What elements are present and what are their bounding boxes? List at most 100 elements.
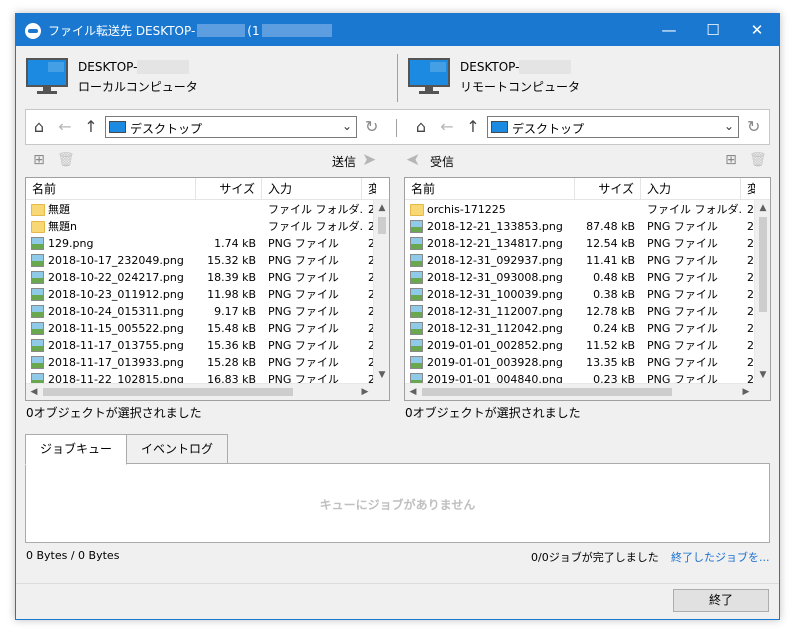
refresh-icon[interactable]: ↻ [365,117,378,137]
column-header-type[interactable]: 入力 [641,178,741,200]
file-size [575,201,635,218]
scroll-right-icon[interactable]: ▶ [357,384,373,400]
clear-finished-jobs-link[interactable]: 終了したジョブを... [671,549,770,565]
scroll-thumb[interactable] [422,388,672,396]
exit-button[interactable]: 終了 [673,589,769,612]
scroll-right-icon[interactable]: ▶ [738,384,754,400]
file-row[interactable]: 2018-12-31_112007.png 12.78 kB PNG ファイル 2 [405,303,755,320]
scroll-thumb[interactable] [43,388,293,396]
file-size: 13.35 kB [586,356,635,369]
remote-file-list[interactable]: 名前 サイズ 入力 変 orchis-171225ファイル フォルダ...220… [404,177,771,401]
empty-queue-message: キューにジョブがありません [319,498,476,512]
file-row[interactable]: 2018-12-21_134817.png 12.54 kB PNG ファイル 2 [405,235,755,252]
receive-arrow-icon[interactable]: ➤ [406,150,420,170]
column-header-name[interactable]: 名前 [405,178,575,200]
column-header-type[interactable]: 入力 [262,178,362,200]
minimize-button[interactable]: — [647,14,691,46]
column-header-size[interactable]: サイズ [196,178,262,200]
up-arrow-icon[interactable]: ↑ [463,117,483,137]
file-list-header: 名前 サイズ 入力 変 [405,178,770,200]
scroll-left-icon[interactable]: ◀ [26,384,42,400]
scroll-down-icon[interactable]: ▼ [755,367,770,383]
horizontal-scrollbar[interactable]: ◀ ▶ [26,383,373,400]
maximize-button[interactable]: ☐ [691,14,735,46]
file-name: 無題n [48,220,77,233]
file-row[interactable]: 2018-12-31_092937.png 11.41 kB PNG ファイル 2 [405,252,755,269]
file-row[interactable]: 2018-11-17_013755.png 15.36 kB PNG ファイル 2 [26,337,376,354]
remote-host-name: DESKTOP- [460,60,572,74]
column-header-modified[interactable]: 変 [362,178,376,200]
desktop-icon [109,121,126,133]
local-location-combobox[interactable]: デスクトップ ⌄ [105,116,357,138]
file-row[interactable]: 2018-11-15_005522.png 15.48 kB PNG ファイル 2 [26,320,376,337]
scroll-up-icon[interactable]: ▲ [755,200,770,216]
file-size: 9.17 kB [214,305,256,318]
file-name: 2018-12-21_134817.png [427,237,563,250]
file-size [196,218,256,235]
scroll-left-icon[interactable]: ◀ [405,384,421,400]
scroll-thumb[interactable] [759,217,767,312]
file-row[interactable]: 無題 ファイル フォルダ... 2 [26,201,376,218]
file-row[interactable]: 2019-01-01_002852.png 11.52 kB PNG ファイル 2 [405,337,755,354]
file-name: 無題 [48,203,70,216]
file-list-header: 名前 サイズ 入力 変 [26,178,389,200]
file-row[interactable]: 2018-12-31_093008.png 0.48 kB PNG ファイル 2 [405,269,755,286]
file-transfer-window: ファイル転送先 DESKTOP- (1 — ☐ ✕ DESKTOP- ローカルコン… [15,13,780,620]
vertical-scrollbar[interactable]: ▲ ▼ [754,200,770,383]
trash-icon[interactable]: 🗑 [749,152,767,168]
home-icon[interactable]: ⌂ [411,117,431,137]
home-icon[interactable]: ⌂ [29,117,49,137]
window-title: ファイル転送先 DESKTOP- (1 [48,22,334,39]
local-file-list[interactable]: 名前 サイズ 入力 変 無題ファイル フォルダ...2無題nファイル フォルダ.… [25,177,390,401]
file-row[interactable]: 2018-11-17_013933.png 15.28 kB PNG ファイル 2 [26,354,376,371]
local-action-bar: ⊞ 🗑 送信 ➤ [25,149,390,171]
back-arrow-icon[interactable]: ← [55,117,75,137]
trash-icon[interactable]: 🗑 [57,152,75,168]
column-header-modified[interactable]: 変 [741,178,755,200]
column-header-size[interactable]: サイズ [575,178,641,200]
close-window-button[interactable]: ✕ [735,14,779,46]
jobs-completed-status: 0/0ジョブが完了しました [531,551,659,564]
file-row[interactable]: 2018-10-22_024217.png 18.39 kB PNG ファイル 2 [26,269,376,286]
file-type: PNG ファイル [647,288,718,301]
scroll-down-icon[interactable]: ▼ [374,367,389,383]
tab-job-queue[interactable]: ジョブキュー [25,434,127,465]
file-name: 2018-10-22_024217.png [48,271,184,284]
file-type: PNG ファイル [268,322,339,335]
new-folder-icon[interactable]: ⊞ [31,152,47,168]
file-row[interactable]: 2018-12-31_112042.png 0.24 kB PNG ファイル 2 [405,320,755,337]
file-row[interactable]: orchis-171225 ファイル フォルダ... 2 [405,201,755,218]
column-header-name[interactable]: 名前 [26,178,196,200]
refresh-icon[interactable]: ↻ [747,117,760,137]
send-label[interactable]: 送信 [332,153,356,170]
scroll-up-icon[interactable]: ▲ [374,200,389,216]
up-arrow-icon[interactable]: ↑ [81,117,101,137]
horizontal-scrollbar[interactable]: ◀ ▶ [405,383,754,400]
file-size: 18.39 kB [207,271,256,284]
file-row[interactable]: 2018-12-21_133853.png 87.48 kB PNG ファイル 2 [405,218,755,235]
file-row[interactable]: 129.png 1.74 kB PNG ファイル 2 [26,235,376,252]
file-name: 2018-12-31_112042.png [427,322,563,335]
file-row[interactable]: 2018-10-24_015311.png 9.17 kB PNG ファイル 2 [26,303,376,320]
file-row[interactable]: 2018-10-23_011912.png 11.98 kB PNG ファイル 2 [26,286,376,303]
file-type: PNG ファイル [647,220,718,233]
scroll-thumb[interactable] [378,217,386,234]
file-row[interactable]: 2018-12-31_100039.png 0.38 kB PNG ファイル 2 [405,286,755,303]
tab-event-log[interactable]: イベントログ [126,434,228,464]
back-arrow-icon[interactable]: ← [437,117,457,137]
new-folder-icon[interactable]: ⊞ [723,152,739,168]
local-host-name: DESKTOP- [78,60,190,74]
file-name: 2018-11-15_005522.png [48,322,184,335]
send-arrow-icon[interactable]: ➤ [362,150,376,170]
file-row[interactable]: 無題n ファイル フォルダ... 2 [26,218,376,235]
file-name: 2019-01-01_003928.png [427,356,563,369]
receive-label[interactable]: 受信 [430,153,454,170]
file-size: 11.52 kB [586,339,635,352]
remote-location-combobox[interactable]: デスクトップ ⌄ [487,116,739,138]
title-bar[interactable]: ファイル転送先 DESKTOP- (1 — ☐ ✕ [16,14,779,46]
redacted-block [261,24,332,37]
file-row[interactable]: 2018-10-17_232049.png 15.32 kB PNG ファイル 2 [26,252,376,269]
vertical-scrollbar[interactable]: ▲ ▼ [373,200,389,383]
file-type: PNG ファイル [647,237,718,250]
file-row[interactable]: 2019-01-01_003928.png 13.35 kB PNG ファイル 2 [405,354,755,371]
